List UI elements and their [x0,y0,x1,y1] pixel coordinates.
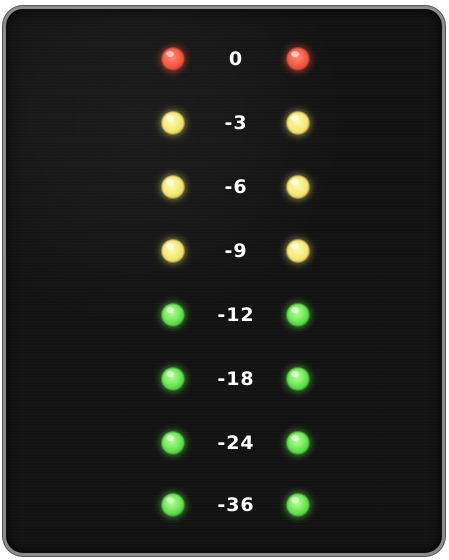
meter-row-0: 0 [6,39,442,79]
left-led-indicator-icon [161,303,185,327]
left-led-indicator-icon [161,493,185,517]
meter-row-minus-24: -24 [6,423,442,463]
level-label: -18 [217,368,255,390]
meter-row-minus-6: -6 [6,167,442,207]
left-led-indicator-icon [161,47,185,71]
level-label: 0 [228,48,244,70]
level-label: -36 [217,494,255,516]
level-label: -12 [217,304,255,326]
meter-row-minus-12: -12 [6,295,442,335]
level-label: -24 [217,432,255,454]
level-label: -3 [224,112,248,134]
right-led-indicator-icon [286,493,310,517]
meter-row-minus-3: -3 [6,103,442,143]
right-led-indicator-icon [286,47,310,71]
level-label: -6 [224,176,248,198]
right-led-indicator-icon [286,111,310,135]
level-label: -9 [224,240,248,262]
right-led-indicator-icon [286,431,310,455]
left-led-indicator-icon [161,111,185,135]
left-led-indicator-icon [161,239,185,263]
right-led-indicator-icon [286,367,310,391]
right-led-indicator-icon [286,175,310,199]
meter-row-minus-9: -9 [6,231,442,271]
left-led-indicator-icon [161,175,185,199]
meter-row-minus-36: -36 [6,485,442,525]
meter-row-minus-18: -18 [6,359,442,399]
right-led-indicator-icon [286,239,310,263]
right-led-indicator-icon [286,303,310,327]
level-meter-panel: 0 -3 -6 -9 -12 -18 -24 -36 [3,6,445,556]
left-led-indicator-icon [161,431,185,455]
left-led-indicator-icon [161,367,185,391]
